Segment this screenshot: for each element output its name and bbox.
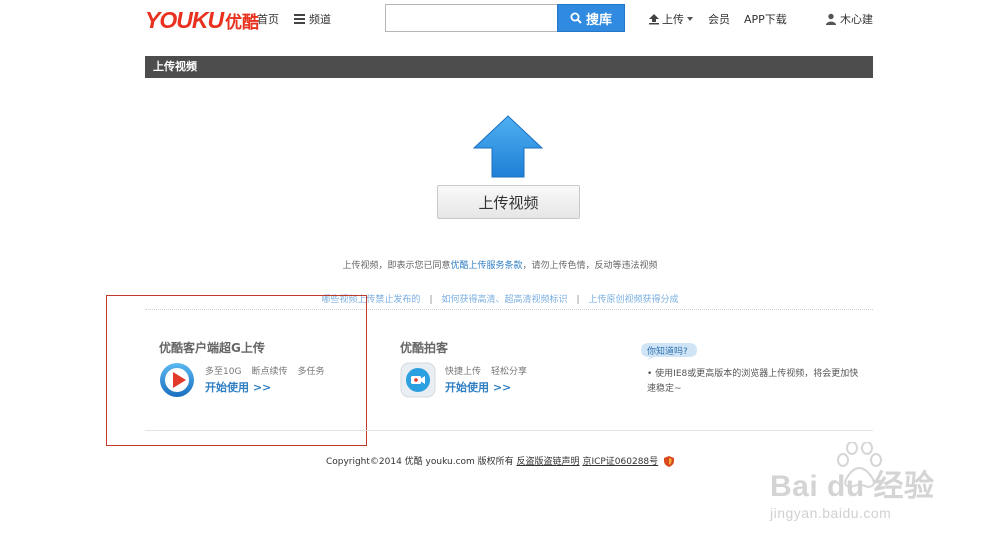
copyright-text: Copyright©2014 优酷 youku.com 版权所有: [325, 457, 514, 467]
watermark-text: Bai du 经验 jingyan.baidu.com: [770, 470, 935, 521]
tip-bubble-label: 你知道吗?: [647, 347, 688, 357]
tip-text: • 使用IE8或更高版本的浏览器上传视频，将会更加快速稳定~: [647, 369, 859, 394]
notice-suffix: ，请勿上传色情，反动等违法视频: [522, 261, 658, 271]
upload-menu-label: 上传: [662, 13, 684, 26]
nav-channel-link[interactable]: 频道: [294, 11, 331, 27]
watermark-brand: Bai du 经验: [770, 470, 935, 503]
upload-icon: [649, 14, 659, 25]
nav-channel-label: 频道: [309, 13, 331, 26]
divider: [145, 430, 873, 431]
divider: |: [429, 295, 433, 305]
youku-logo[interactable]: YOUKU 优酷: [145, 6, 259, 34]
annotation-highlight-box: [106, 295, 367, 446]
search-input[interactable]: [385, 4, 558, 32]
menu-icon: [294, 14, 305, 24]
nav-home-link[interactable]: 首页: [257, 11, 279, 27]
tip-bubble: 你知道吗?: [640, 342, 698, 360]
icp-license-link[interactable]: 京ICP证060288号: [582, 457, 658, 467]
nav-vip-link[interactable]: 会员: [708, 11, 730, 27]
feature-tag: 快捷上传: [445, 367, 482, 377]
upload-arrow-icon[interactable]: [473, 115, 543, 178]
help-link-revenue[interactable]: 上传原创视频获得分成: [589, 295, 679, 305]
search-button-label: 搜库: [585, 12, 612, 28]
search-icon: [570, 12, 582, 24]
username: 木心建: [840, 13, 873, 26]
upload-terms-notice: 上传视频，即表示您已同意优酷上传服务条款，请勿上传色情，反动等违法视频: [0, 258, 1000, 271]
paike-title: 优酷拍客: [400, 341, 449, 355]
logo-latin: YOUKU: [145, 6, 224, 33]
page-title: 上传视频: [145, 56, 873, 78]
notice-prefix: 上传视频，即表示您已同意: [342, 261, 451, 271]
divider: |: [576, 295, 580, 305]
shield-icon: [664, 456, 675, 467]
anti-piracy-link[interactable]: 反盗版盗链声明: [517, 457, 580, 467]
user-menu[interactable]: 木心建: [825, 11, 873, 27]
logo-chinese: 优酷: [225, 12, 260, 33]
feature-tag: 轻松分享: [491, 367, 528, 377]
nav-app-download-link[interactable]: APP下载: [744, 11, 787, 27]
video-camera-icon[interactable]: [400, 362, 436, 398]
chevron-down-icon: [687, 17, 693, 21]
upload-video-button[interactable]: 上传视频: [437, 185, 580, 219]
search-button[interactable]: 搜库: [557, 4, 625, 32]
user-icon: [826, 13, 836, 25]
terms-link[interactable]: 优酷上传服务条款: [450, 261, 522, 271]
paike-feature-tags: 快捷上传 轻松分享: [445, 364, 537, 377]
help-link-hd[interactable]: 如何获得高清、超高清视频标识: [441, 295, 567, 305]
watermark-url: jingyan.baidu.com: [770, 505, 892, 521]
upload-menu[interactable]: 上传: [648, 11, 693, 27]
top-header: YOUKU 优酷 首页 频道 搜库 上传 会员 APP下载 木心建: [0, 0, 1000, 40]
paike-start-link[interactable]: 开始使用 >>: [445, 379, 511, 395]
